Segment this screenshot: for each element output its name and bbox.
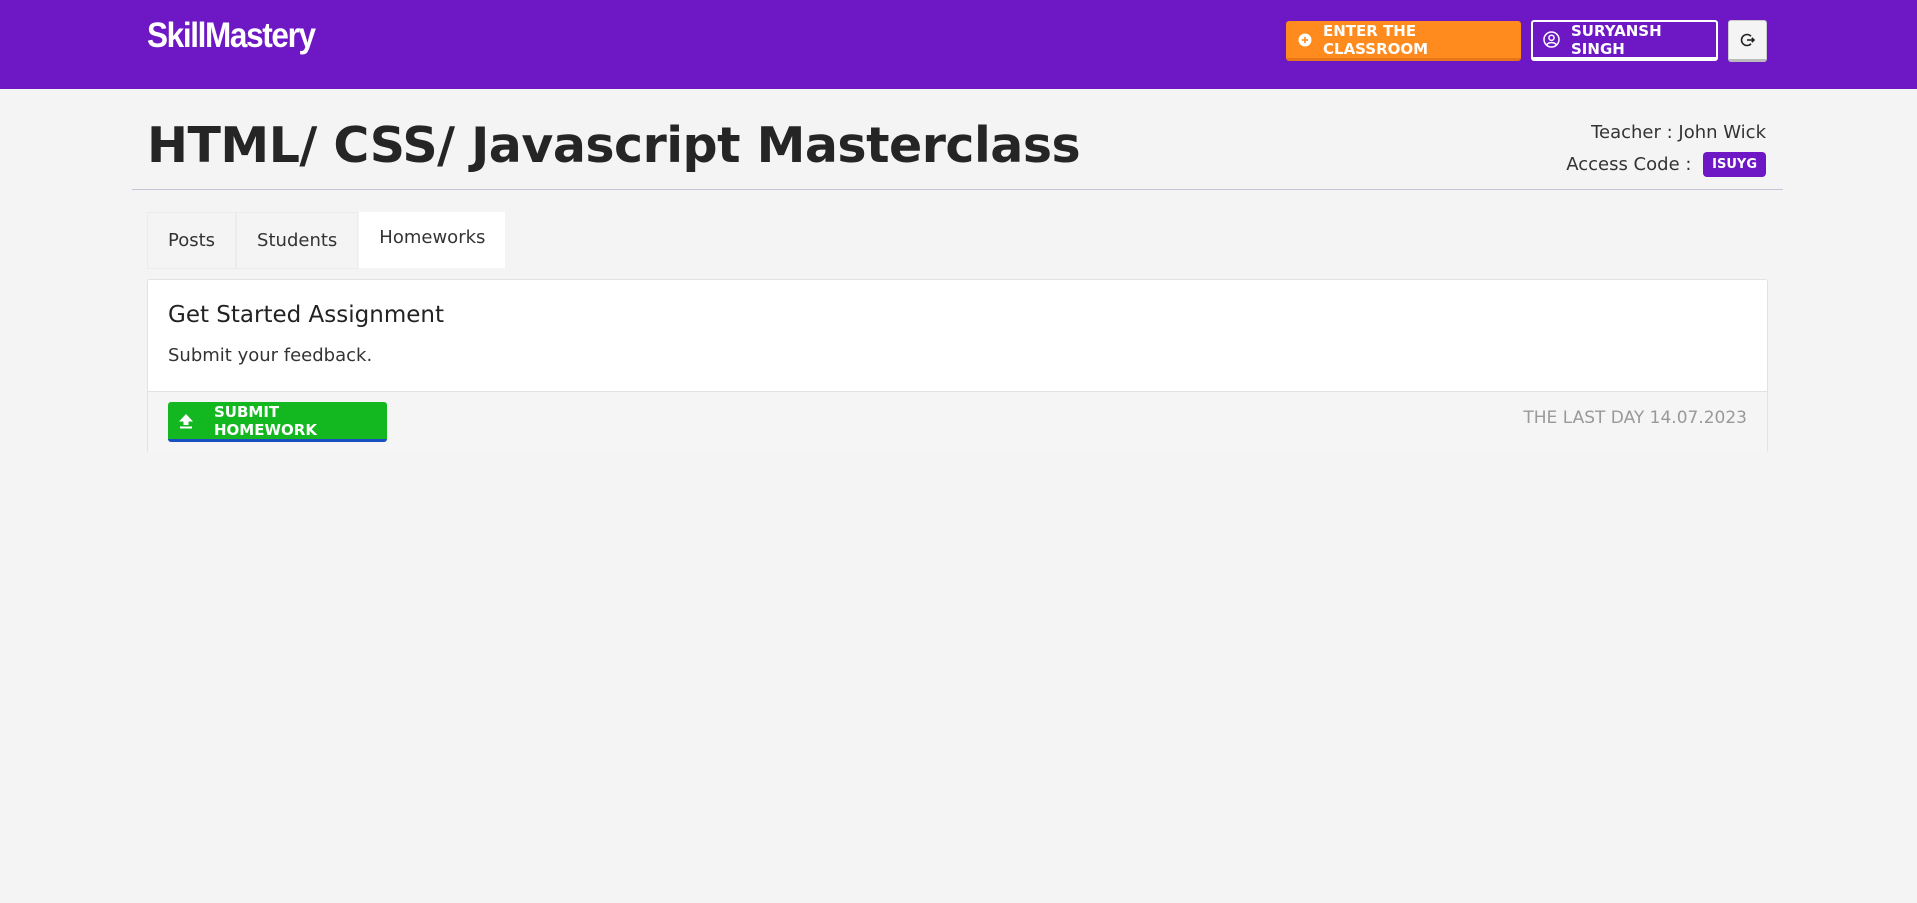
tab-homeworks[interactable]: Homeworks: [358, 211, 507, 269]
homework-description: Submit your feedback.: [168, 345, 373, 366]
plus-circle-icon: [1298, 33, 1312, 47]
homework-card-footer: SUBMIT HOMEWORK THE LAST DAY 14.07.2023: [148, 391, 1767, 453]
brand-logo[interactable]: SkillMastery: [147, 16, 316, 56]
submit-homework-label: SUBMIT HOMEWORK: [214, 402, 317, 439]
teacher-name: John Wick: [1678, 122, 1766, 143]
tab-students[interactable]: Students: [236, 212, 359, 269]
homework-card: Get Started Assignment Submit your feedb…: [147, 279, 1768, 453]
page-title: HTML/ CSS/ Javascript Masterclass: [147, 117, 1081, 174]
submit-homework-button[interactable]: SUBMIT HOMEWORK: [168, 402, 387, 442]
logout-icon: [1740, 32, 1756, 48]
user-name-label: SURYANSH SINGH: [1571, 21, 1662, 58]
access-code-label: Access Code :: [1566, 154, 1698, 175]
top-navbar: SkillMastery ENTER THE CLASSROOM SURYANS…: [0, 0, 1917, 89]
access-code-badge: ISUYG: [1703, 152, 1766, 177]
course-tabs: Posts Students Homeworks: [147, 211, 507, 269]
tab-posts[interactable]: Posts: [147, 212, 237, 269]
user-circle-icon: [1543, 31, 1560, 48]
upload-arrow-icon: [178, 413, 194, 429]
teacher-label: Teacher :: [1591, 122, 1679, 143]
logout-button[interactable]: [1728, 20, 1767, 62]
homework-title: Get Started Assignment: [168, 302, 444, 328]
access-code-info: Access Code : ISUYG: [1566, 152, 1766, 177]
user-profile-button[interactable]: SURYANSH SINGH: [1531, 20, 1718, 61]
homework-deadline: THE LAST DAY 14.07.2023: [1523, 408, 1747, 428]
enter-classroom-label: ENTER THE CLASSROOM: [1323, 21, 1429, 58]
header-divider: [132, 189, 1783, 190]
teacher-info: Teacher : John Wick: [1591, 122, 1766, 143]
enter-classroom-button[interactable]: ENTER THE CLASSROOM: [1286, 21, 1521, 61]
